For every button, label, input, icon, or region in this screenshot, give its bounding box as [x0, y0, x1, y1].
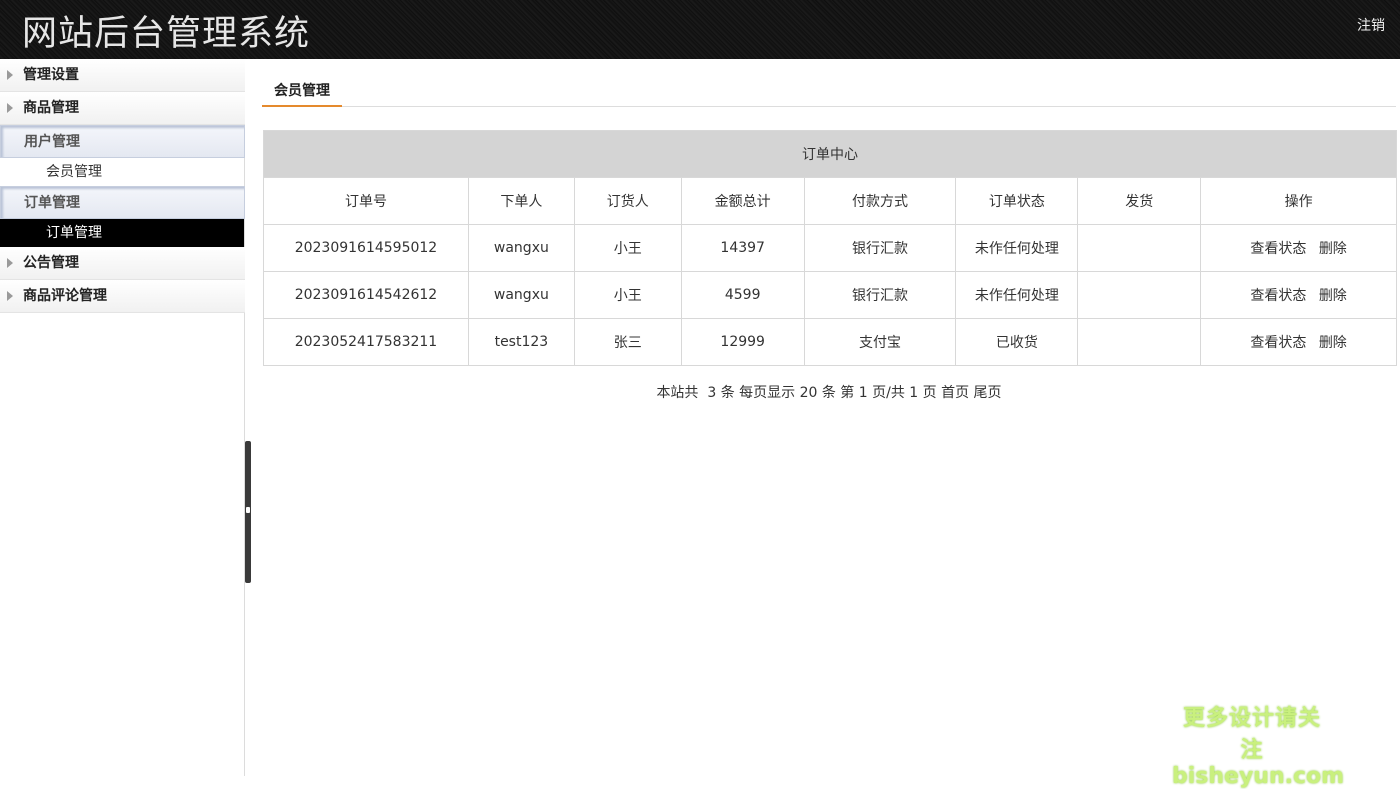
sidebar-item-label: 商品管理 [23, 100, 79, 116]
sidebar-item-announcement-management[interactable]: 公告管理 [0, 247, 245, 280]
sidebar-subitem-order-management[interactable]: 订单管理 [0, 219, 244, 247]
sidebar-item-label: 公告管理 [23, 255, 79, 271]
logout-link[interactable]: 注销 [1357, 15, 1385, 35]
pagination-info: 本站共 3 条 每页显示 20 条 第 1 页/共 1 页 首页 尾页 [656, 385, 1002, 401]
watermark-line-1: 更多设计请关注 [1182, 706, 1321, 763]
shipping-cell [1077, 318, 1202, 366]
sidebar-item-label: 管理设置 [23, 67, 79, 83]
receiver-cell: 小王 [573, 271, 682, 319]
sidebar-item-product-management[interactable]: 商品管理 [0, 92, 245, 125]
buyer-cell: test123 [467, 318, 575, 366]
total-cell: 14397 [680, 224, 805, 272]
order-table: 订单中心 订单号 下单人 订货人 金额总计 付款方式 订单状态 发货 操作 20… [263, 130, 1397, 366]
table-row: 2023052417583211 test123 张三 12999 支付宝 已收… [263, 318, 1397, 366]
delete-link[interactable]: 删除 [1319, 335, 1347, 351]
sidebar-item-label: 商品评论管理 [23, 288, 107, 304]
table-row: 2023091614542612 wangxu 小王 4599 银行汇款 未作任… [263, 271, 1397, 319]
sidebar-item-review-management[interactable]: 商品评论管理 [0, 280, 245, 313]
actions-cell: 查看状态 删除 [1200, 224, 1397, 272]
app-title: 网站后台管理系统 [22, 14, 311, 54]
buyer-cell: wangxu [467, 271, 575, 319]
actions-cell: 查看状态 删除 [1200, 318, 1397, 366]
column-header: 操作 [1200, 177, 1397, 225]
sidebar-item-label: 用户管理 [24, 134, 80, 150]
payment-cell: 银行汇款 [803, 271, 957, 319]
receiver-cell: 小王 [573, 224, 682, 272]
total-cell: 12999 [680, 318, 805, 366]
column-header: 发货 [1077, 177, 1202, 225]
column-header: 订单号 [263, 177, 469, 225]
sidebar: 管理设置 商品管理 用户管理 会员管理 订单管理 订单管理 公告管理 商品评论管… [0, 59, 245, 776]
delete-link[interactable]: 删除 [1319, 288, 1347, 304]
table-caption: 订单中心 [263, 130, 1397, 178]
view-status-link[interactable]: 查看状态 [1250, 288, 1306, 304]
grip-icon [246, 507, 250, 513]
payment-cell: 银行汇款 [803, 224, 957, 272]
column-header: 订货人 [573, 177, 682, 225]
table-row: 2023091614595012 wangxu 小王 14397 银行汇款 未作… [263, 224, 1397, 272]
sidebar-subitem-member-management[interactable]: 会员管理 [0, 158, 244, 186]
payment-cell: 支付宝 [803, 318, 957, 366]
order-number-cell: 2023052417583211 [263, 318, 469, 366]
main-content: 会员管理 订单中心 订单号 下单人 订货人 金额总计 付款方式 订单状态 发货 … [262, 59, 1397, 366]
sidebar-resize-handle[interactable] [245, 441, 251, 583]
shipping-cell [1077, 224, 1202, 272]
column-header: 下单人 [467, 177, 575, 225]
sidebar-item-user-management[interactable]: 用户管理 [0, 125, 245, 158]
status-cell: 未作任何处理 [955, 224, 1079, 272]
column-header: 订单状态 [955, 177, 1079, 225]
actions-cell: 查看状态 删除 [1200, 271, 1397, 319]
tab-member-management[interactable]: 会员管理 [262, 80, 342, 107]
buyer-cell: wangxu [467, 224, 575, 272]
order-number-cell: 2023091614542612 [263, 271, 469, 319]
status-cell: 未作任何处理 [955, 271, 1079, 319]
caret-right-icon [7, 103, 13, 113]
sidebar-item-admin-settings[interactable]: 管理设置 [0, 59, 245, 92]
column-header: 金额总计 [680, 177, 805, 225]
caret-right-icon [7, 291, 13, 301]
order-number-cell: 2023091614595012 [263, 224, 469, 272]
top-header: 网站后台管理系统 注销 [0, 0, 1400, 59]
watermark-line-2: bisheyun.com [1172, 764, 1345, 789]
sidebar-item-label: 订单管理 [24, 195, 80, 211]
column-header: 付款方式 [803, 177, 957, 225]
view-status-link[interactable]: 查看状态 [1250, 335, 1306, 351]
tab-bar: 会员管理 [262, 59, 1396, 107]
shipping-cell [1077, 271, 1202, 319]
delete-link[interactable]: 删除 [1319, 241, 1347, 257]
caret-right-icon [7, 258, 13, 268]
total-cell: 4599 [680, 271, 805, 319]
status-cell: 已收货 [955, 318, 1079, 366]
view-status-link[interactable]: 查看状态 [1250, 241, 1306, 257]
receiver-cell: 张三 [573, 318, 682, 366]
sidebar-item-order-management[interactable]: 订单管理 [0, 186, 245, 219]
caret-right-icon [7, 70, 13, 80]
